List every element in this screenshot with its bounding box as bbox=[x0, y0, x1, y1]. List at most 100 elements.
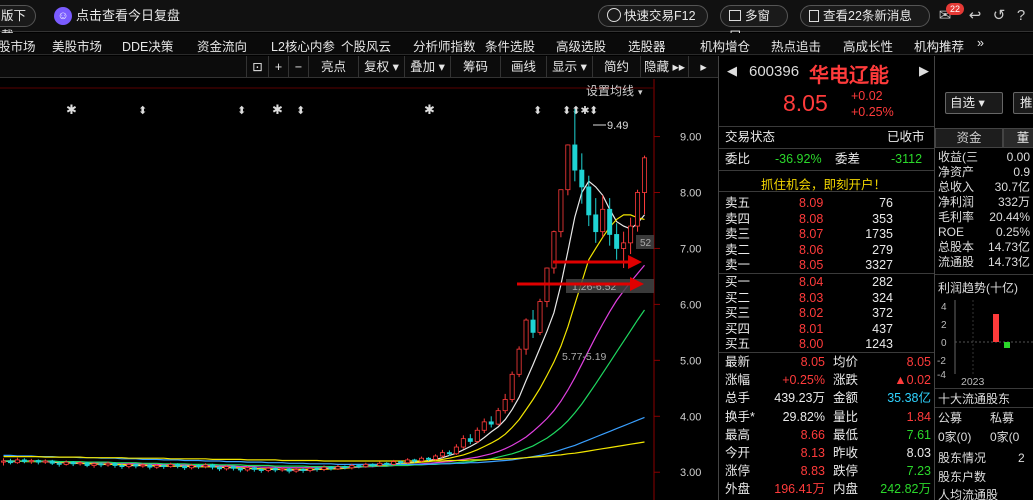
bid-row[interactable]: 买一 8.04 282 bbox=[719, 275, 935, 290]
watchlist-button[interactable]: 自选 ▾ bbox=[945, 92, 1003, 114]
y-tick-label: 6.00 bbox=[680, 299, 701, 311]
zoom-out-icon[interactable]: − bbox=[288, 56, 308, 78]
candle-body bbox=[516, 348, 522, 375]
menu-item-advanced-select[interactable]: 高级选股 bbox=[556, 36, 606, 55]
bid-row[interactable]: 买二 8.03 324 bbox=[719, 291, 935, 306]
candle-body bbox=[628, 225, 634, 244]
candle-body bbox=[432, 455, 438, 460]
watchlist-extra-button[interactable]: 推 bbox=[1013, 92, 1033, 114]
menu-item-dde[interactable]: DDE决策 bbox=[122, 36, 173, 55]
watchlist-label: 自选 bbox=[950, 96, 976, 110]
event-markers[interactable]: ✱ ⬍ ⬍ ✱ ⬍ ✱ ⬍ ⬍⬍✱ ⬍ bbox=[66, 102, 598, 117]
overlay-button[interactable]: 叠加 ▾ bbox=[404, 56, 450, 78]
news-button[interactable]: 查看22条新消息 bbox=[800, 5, 930, 27]
chips-button[interactable]: 筹码 bbox=[450, 56, 500, 78]
highlight-button[interactable]: 亮点 bbox=[308, 56, 358, 78]
event-marker[interactable]: ⬍ bbox=[533, 105, 542, 117]
candle-body bbox=[189, 465, 195, 469]
menu-item-inst-recommend[interactable]: 机构推荐 bbox=[914, 36, 964, 55]
tab-funds[interactable]: 资金 bbox=[935, 128, 1003, 148]
event-marker[interactable]: ✱ bbox=[424, 102, 435, 117]
candle-body bbox=[237, 467, 243, 471]
holder-count-row: 股东户数 bbox=[938, 471, 1033, 484]
menu-item-condition-select[interactable]: 条件选股 bbox=[485, 36, 535, 55]
bid-row[interactable]: 买四 8.01 437 bbox=[719, 322, 935, 337]
menu-item-inst-increase[interactable]: 机构增仓 bbox=[700, 36, 750, 55]
event-marker[interactable]: ⬍ bbox=[589, 105, 598, 117]
candle-body bbox=[356, 465, 362, 468]
download-button[interactable]: 版下载 bbox=[0, 5, 36, 43]
candle-body bbox=[91, 463, 97, 466]
menu-item-high-growth[interactable]: 高成长性 bbox=[843, 36, 893, 55]
menu-item-us-market[interactable]: 美股市场 bbox=[52, 36, 102, 55]
ask-row[interactable]: 卖五 8.09 76 bbox=[719, 196, 935, 211]
quote-label: 内盘 bbox=[833, 482, 859, 497]
ma-setting-button[interactable]: 设置均线 bbox=[586, 84, 634, 98]
quick-trade-button[interactable]: 快速交易F12 bbox=[598, 5, 708, 27]
hide-button[interactable]: 隐藏 ▸▸ bbox=[640, 56, 688, 78]
ask-row[interactable]: 卖四 8.08 353 bbox=[719, 212, 935, 227]
multi-window-button[interactable]: 多窗口 bbox=[720, 5, 788, 43]
ask-row[interactable]: 卖二 8.06 279 bbox=[719, 243, 935, 258]
draw-line-button[interactable]: 画线 bbox=[500, 56, 546, 78]
next-stock-icon[interactable]: ▶ bbox=[919, 63, 929, 79]
financial-label: ROE bbox=[938, 225, 965, 239]
menu-item-hot-chase[interactable]: 热点追击 bbox=[771, 36, 821, 55]
menu-item-stock-market[interactable]: 股市场 bbox=[0, 36, 36, 55]
candle-body bbox=[328, 466, 334, 470]
bid-row[interactable]: 买五 8.00 1243 bbox=[719, 337, 935, 352]
candle-body bbox=[342, 466, 348, 469]
help-icon[interactable]: ? bbox=[1012, 7, 1030, 25]
back-icon[interactable]: ↩ bbox=[966, 7, 984, 25]
y-tick-label: 4.00 bbox=[680, 411, 701, 423]
candle-body bbox=[537, 301, 543, 333]
daily-review-link[interactable]: 点击查看今日复盘 bbox=[76, 5, 180, 27]
candle-body bbox=[586, 186, 592, 216]
last-price: 8.05 bbox=[783, 90, 828, 116]
expand-icon[interactable]: ▸ bbox=[688, 56, 718, 78]
divider bbox=[719, 191, 935, 192]
candle-body bbox=[182, 465, 188, 469]
adjust-button[interactable]: 复权 ▾ bbox=[358, 56, 404, 78]
menu-more-button[interactable]: » bbox=[977, 36, 984, 50]
menu-item-l2[interactable]: L2核心内参 bbox=[271, 36, 335, 55]
event-marker[interactable]: ⬍⬍✱ bbox=[562, 105, 590, 117]
ask-row[interactable]: 卖一 8.05 3327 bbox=[719, 258, 935, 273]
event-marker[interactable]: ⬍ bbox=[296, 105, 305, 117]
ma-setting-dropdown-icon[interactable]: ▾ bbox=[638, 87, 643, 97]
kline-chart[interactable]: 设置均线 ▾ 9.00 8.00 7.00 6.00 5.00 4.00 3.00 ✱ ⬍ … bbox=[0, 79, 718, 500]
tab-board[interactable]: 董 bbox=[1003, 128, 1033, 148]
event-marker[interactable]: ⬍ bbox=[237, 105, 246, 117]
chips-label: 筹码 bbox=[462, 60, 488, 74]
event-marker[interactable]: ⬍ bbox=[138, 105, 147, 117]
display-label: 显示 bbox=[552, 60, 578, 74]
candle-body bbox=[314, 467, 320, 470]
candle-body bbox=[244, 467, 250, 471]
zoom-in-icon[interactable]: + bbox=[268, 56, 288, 78]
prev-stock-icon[interactable]: ◀ bbox=[727, 63, 737, 79]
display-button[interactable]: 显示 ▾ bbox=[546, 56, 592, 78]
draw-line-label: 画线 bbox=[510, 60, 536, 74]
private-value: 0家(0 bbox=[990, 430, 1020, 444]
simple-button[interactable]: 简约 bbox=[592, 56, 640, 78]
review-icon: ☺ bbox=[54, 7, 72, 25]
ask-price: 8.08 bbox=[799, 211, 824, 226]
menu-item-stock-picker[interactable]: 选股器 bbox=[628, 36, 666, 55]
lock-icon[interactable]: ⊡ bbox=[246, 56, 268, 78]
bid-row[interactable]: 买三 8.02 372 bbox=[719, 306, 935, 321]
ask-row[interactable]: 卖三 8.07 1735 bbox=[719, 227, 935, 242]
kline-svg[interactable]: 设置均线 ▾ 9.00 8.00 7.00 6.00 5.00 4.00 3.00 ✱ ⬍ … bbox=[0, 79, 718, 500]
bid-volume: 282 bbox=[872, 275, 893, 289]
candle-body bbox=[600, 208, 606, 233]
event-marker[interactable]: ✱ bbox=[66, 102, 77, 117]
candle-body bbox=[384, 462, 390, 465]
menu-item-fund-flow[interactable]: 资金流向 bbox=[197, 36, 247, 55]
menu-item-stock-news[interactable]: 个股风云 bbox=[341, 36, 391, 55]
quote-value: 196.41万 bbox=[774, 482, 825, 497]
quote-panel: ◀ 600396 华电辽能 ▶ 8.05 +0.02 +0.25% 交易状态 已… bbox=[718, 56, 935, 500]
menu-item-analyst-index[interactable]: 分析师指数 bbox=[413, 36, 476, 55]
quote-label: 最高 bbox=[725, 427, 751, 442]
event-marker[interactable]: ✱ bbox=[272, 102, 283, 117]
undo-icon[interactable]: ↺ bbox=[990, 7, 1008, 25]
ask-volume: 279 bbox=[872, 242, 893, 257]
